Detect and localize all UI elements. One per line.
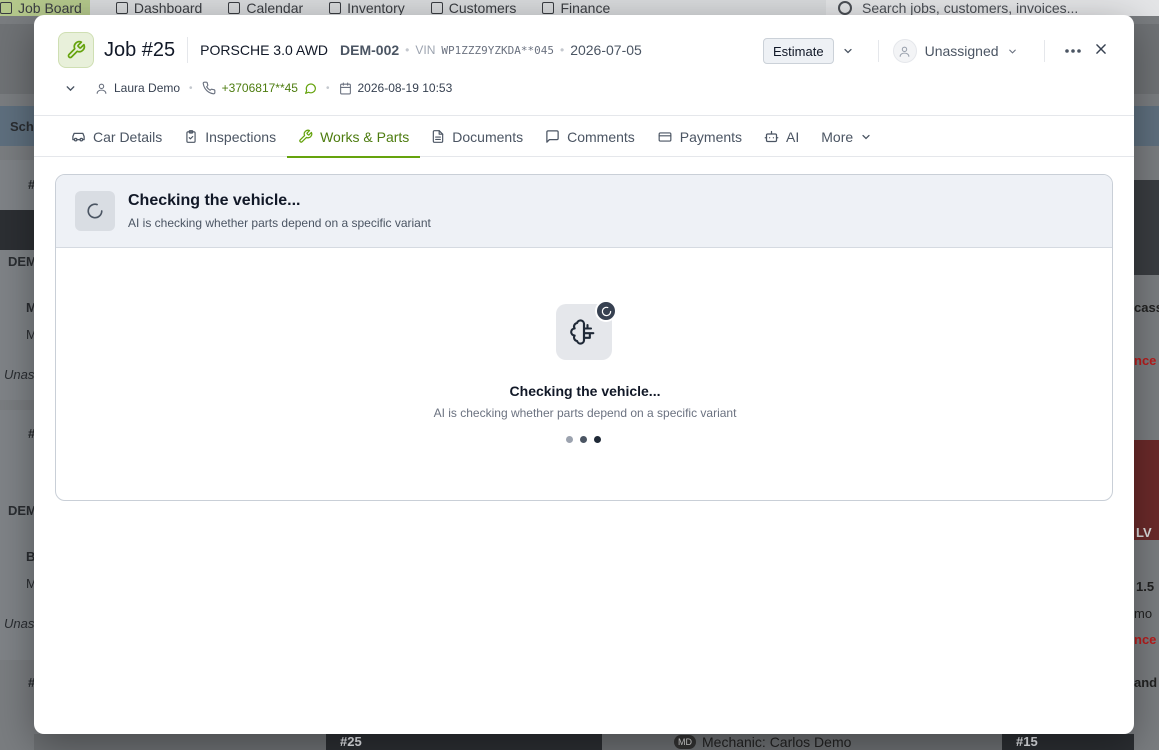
user-icon: [892, 39, 917, 63]
search-icon: [838, 1, 852, 15]
calendar-icon: [339, 82, 351, 94]
more-horizontal-icon: [1064, 49, 1081, 53]
assignee-dropdown[interactable]: Unassigned: [892, 39, 1018, 63]
loading-badge-icon: [595, 300, 617, 322]
users-icon: [430, 2, 443, 14]
job-tabs: Car Details Inspections Works & Parts Do…: [34, 115, 1134, 158]
bg-job-card: #25: [326, 734, 602, 750]
job-modal: Job #25 PORSCHE 3.0 AWD DEM-002 • VIN WP…: [34, 15, 1134, 734]
nav-item-dashboard[interactable]: Dashboard: [115, 0, 202, 16]
tab-car-details[interactable]: Car Details: [60, 116, 173, 157]
loading-dot: [594, 436, 601, 443]
chevron-down-icon: [843, 48, 852, 54]
ai-check-panel: Checking the vehicle... AI is checking w…: [55, 174, 1113, 501]
assignee-label: Unassigned: [924, 43, 999, 59]
close-button[interactable]: [1090, 38, 1112, 60]
wrench-icon: [299, 129, 313, 143]
appointment-date: 2026-08-19 10:53: [339, 81, 452, 95]
job-date: 2026-07-05: [570, 42, 642, 58]
customer-link[interactable]: Laura Demo: [95, 81, 180, 95]
tab-works-parts[interactable]: Works & Parts: [287, 116, 421, 158]
background-left-column: [0, 160, 34, 740]
message-icon[interactable]: [304, 82, 317, 95]
tab-documents[interactable]: Documents: [420, 116, 534, 157]
loading-dot: [580, 436, 587, 443]
document-icon: [433, 130, 444, 143]
bg-job-card: #15: [1002, 734, 1134, 750]
tab-comments[interactable]: Comments: [534, 116, 646, 157]
bg-label: Unas: [4, 367, 35, 382]
loading-dot: [566, 436, 573, 443]
dollar-icon: [542, 2, 555, 14]
status-button[interactable]: Estimate: [763, 38, 834, 64]
car-name: PORSCHE 3.0 AWD: [200, 42, 329, 58]
job-title: Job #25: [104, 38, 176, 61]
ai-check-subtitle: AI is checking whether parts depend on a…: [128, 216, 431, 230]
customer-name: Laura Demo: [114, 81, 181, 95]
expand-toggle[interactable]: [64, 82, 77, 95]
clipboard-icon: [186, 130, 196, 143]
status-dropdown-button[interactable]: [838, 38, 858, 64]
bg-mechanic: MD Mechanic: Carlos Demo: [674, 734, 851, 750]
chevron-down-icon: [862, 134, 870, 139]
nav-item-customers[interactable]: Customers: [430, 0, 516, 16]
car-plate: DEM-002: [340, 42, 400, 58]
phone-icon: [202, 81, 215, 95]
grid-icon: [0, 2, 12, 14]
phone-number: +3706817**45: [221, 81, 298, 95]
calendar-icon: [228, 2, 241, 14]
spinner-icon: [75, 191, 115, 231]
vin-label: VIN: [415, 43, 436, 57]
ai-check-body: Checking the vehicle... AI is checking w…: [56, 248, 1112, 500]
phone-link[interactable]: +3706817**45: [202, 81, 317, 95]
bg-label: DEM: [8, 503, 37, 518]
chart-icon: [115, 2, 128, 14]
card-icon: [658, 131, 672, 142]
loading-dots: [566, 436, 601, 443]
bg-label: DEM: [8, 254, 37, 269]
job-meta: Laura Demo • +3706817**45 • 2026-08-19 1…: [64, 79, 452, 97]
global-search-input[interactable]: Search jobs, customers, invoices...: [826, 0, 1159, 16]
vin-value: WP1ZZZ9YZKDA**045: [441, 43, 554, 57]
tab-inspections[interactable]: Inspections: [173, 116, 287, 157]
wrench-icon: [58, 32, 94, 68]
background-right-column: cass nce 1.5 mo nce and LV: [1134, 160, 1159, 740]
nav-item-job-board[interactable]: Job Board: [0, 0, 90, 16]
more-actions-button[interactable]: [1061, 39, 1085, 63]
user-icon: [96, 83, 107, 94]
loading-subtitle: AI is checking whether parts depend on a…: [433, 406, 737, 420]
loading-title: Checking the vehicle...: [509, 383, 661, 399]
bg-label: Unas: [4, 616, 35, 631]
close-icon: [1096, 44, 1106, 54]
nav-item-inventory[interactable]: Inventory: [329, 0, 405, 16]
ai-check-title: Checking the vehicle...: [128, 192, 301, 209]
box-icon: [329, 2, 342, 14]
header-actions: Estimate Unassigned: [763, 38, 1085, 64]
chevron-down-icon: [1008, 49, 1016, 54]
nav-item-finance[interactable]: Finance: [542, 0, 610, 16]
tab-payments[interactable]: Payments: [646, 116, 753, 157]
background-bottom-row: #25 MD Mechanic: Carlos Demo #15: [34, 734, 1134, 750]
nav-item-calendar[interactable]: Calendar: [228, 0, 303, 16]
ai-check-header: Checking the vehicle... AI is checking w…: [56, 175, 1112, 248]
comment-icon: [546, 130, 559, 143]
tab-ai[interactable]: AI: [753, 116, 810, 157]
car-icon: [72, 132, 85, 142]
tab-more[interactable]: More: [810, 116, 883, 157]
robot-icon: [764, 130, 779, 143]
chevron-down-icon: [66, 85, 75, 91]
